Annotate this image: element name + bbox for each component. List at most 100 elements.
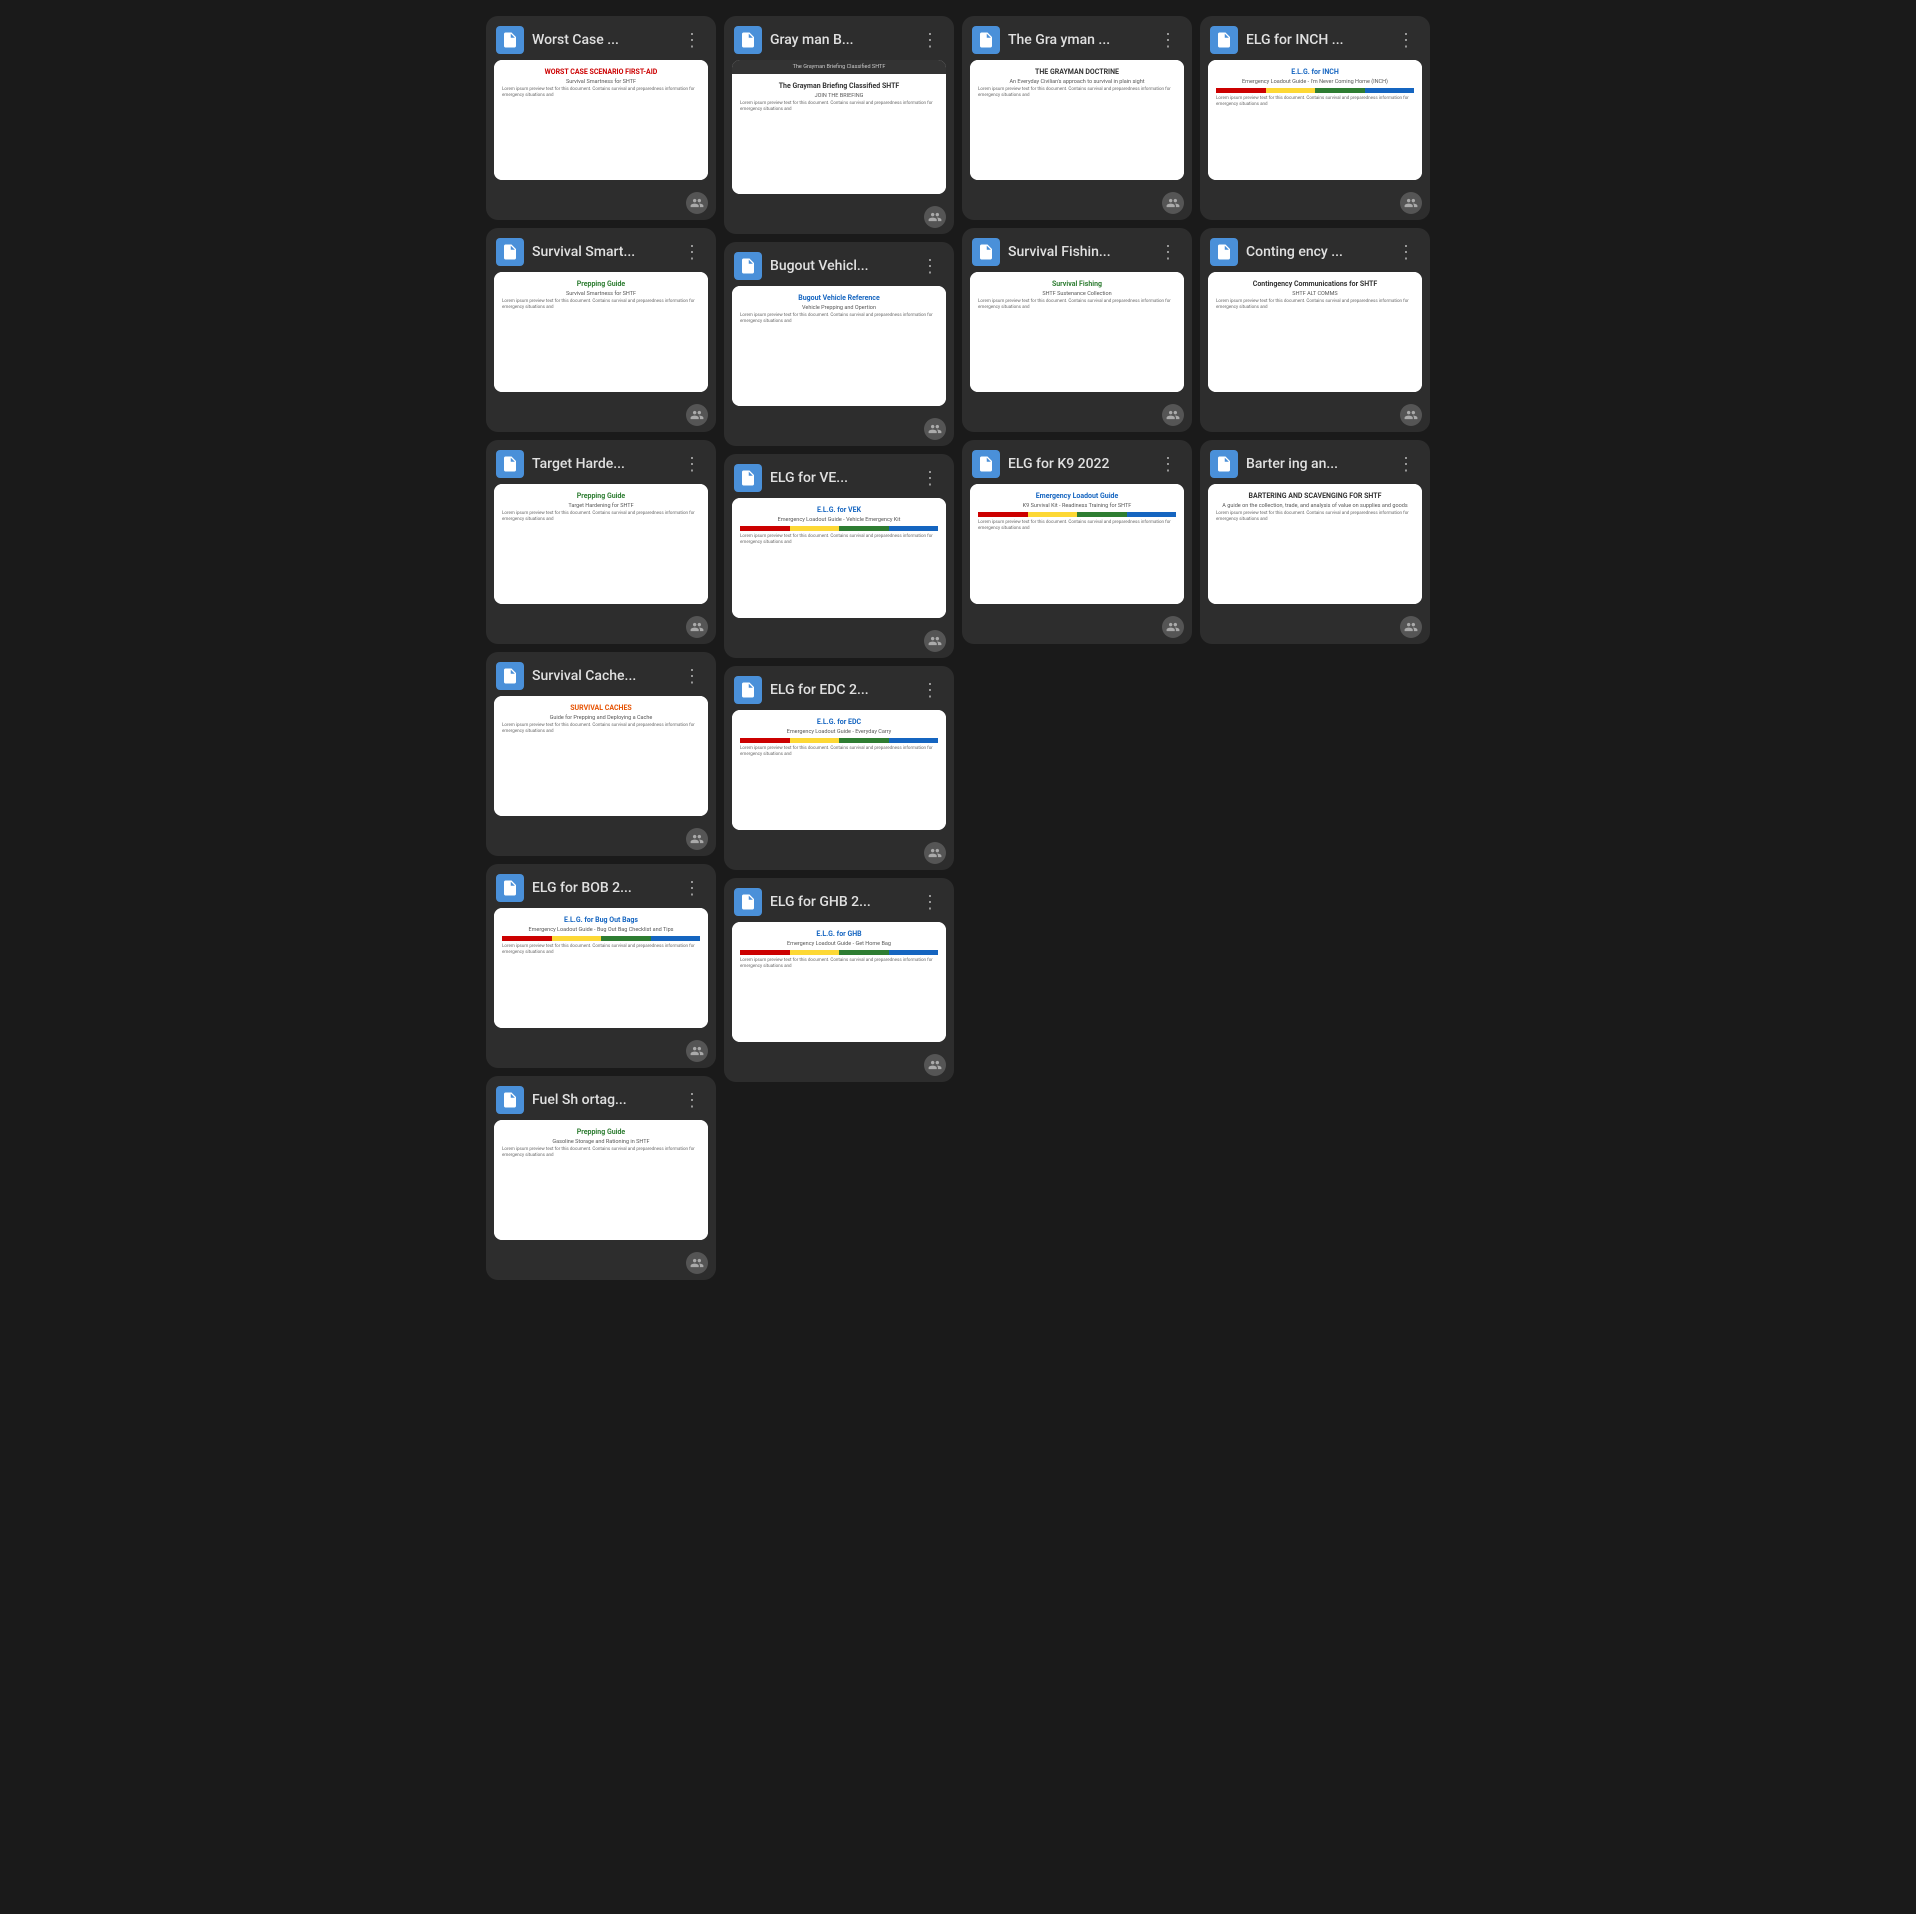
avatar-icon: [924, 418, 946, 440]
card-menu-button[interactable]: ⋮: [917, 890, 944, 915]
doc-icon: [1210, 26, 1238, 54]
card-footer: [962, 188, 1192, 220]
card-header: ELG for BOB 2... ⋮: [486, 864, 716, 908]
thumb-subtitle: Emergency Loadout Guide - I'm Never Comi…: [1216, 79, 1414, 85]
card-thumbnail: E.L.G. for INCH Emergency Loadout Guide …: [1208, 60, 1422, 180]
avatar-icon: [1400, 616, 1422, 638]
card-bugout-vehicl[interactable]: Bugout Vehicl... ⋮ Bugout Vehicle Refere…: [724, 242, 954, 446]
card-header: ELG for EDC 2... ⋮: [724, 666, 954, 710]
card-menu-button[interactable]: ⋮: [917, 28, 944, 53]
thumb-body: Lorem ipsum preview text for this docume…: [740, 534, 938, 546]
card-header: The Gra yman ... ⋮: [962, 16, 1192, 60]
card-elg-inch[interactable]: ELG for INCH ... ⋮ E.L.G. for INCH Emerg…: [1200, 16, 1430, 220]
avatar-icon: [686, 616, 708, 638]
card-menu-button[interactable]: ⋮: [679, 664, 706, 689]
avatar-icon: [924, 630, 946, 652]
card-fuel-shortag[interactable]: Fuel Sh ortag... ⋮ Prepping Guide Gasoli…: [486, 1076, 716, 1280]
card-menu-button[interactable]: ⋮: [679, 876, 706, 901]
doc-icon: [734, 26, 762, 54]
card-elg-edc2[interactable]: ELG for EDC 2... ⋮ E.L.G. for EDC Emerge…: [724, 666, 954, 870]
card-thumbnail: The Grayman Briefing Classified SHTF The…: [732, 60, 946, 194]
card-title: Bugout Vehicl...: [770, 257, 909, 275]
card-grayman-doc[interactable]: The Gra yman ... ⋮ THE GRAYMAN DOCTRINE …: [962, 16, 1192, 220]
card-menu-button[interactable]: ⋮: [1155, 28, 1182, 53]
card-header: ELG for K9 2022 ⋮: [962, 440, 1192, 484]
card-menu-button[interactable]: ⋮: [1155, 240, 1182, 265]
card-menu-button[interactable]: ⋮: [1393, 28, 1420, 53]
column-1: Worst Case ... ⋮ WORST CASE SCENARIO FIR…: [486, 16, 716, 1280]
card-worst-case[interactable]: Worst Case ... ⋮ WORST CASE SCENARIO FIR…: [486, 16, 716, 220]
card-thumbnail: Bugout Vehicle Reference Vehicle Preppin…: [732, 286, 946, 406]
doc-icon: [1210, 450, 1238, 478]
thumb-title-text: Prepping Guide: [502, 492, 700, 500]
avatar-icon: [1162, 616, 1184, 638]
thumb-subtitle: Guide for Prepping and Deploying a Cache: [502, 715, 700, 721]
card-menu-button[interactable]: ⋮: [679, 240, 706, 265]
card-menu-button[interactable]: ⋮: [679, 28, 706, 53]
avatar-icon: [686, 828, 708, 850]
card-title: Worst Case ...: [532, 31, 671, 49]
card-header: Survival Fishin... ⋮: [962, 228, 1192, 272]
avatar-icon: [924, 206, 946, 228]
card-elg-ghb2[interactable]: ELG for GHB 2... ⋮ E.L.G. for GHB Emerge…: [724, 878, 954, 1082]
card-survival-fishing[interactable]: Survival Fishin... ⋮ Survival Fishing SH…: [962, 228, 1192, 432]
card-target-harde[interactable]: Target Harde... ⋮ Prepping Guide Target …: [486, 440, 716, 644]
thumb-header: The Grayman Briefing Classified SHTF: [732, 60, 946, 74]
thumb-title-text: E.L.G. for Bug Out Bags: [502, 916, 700, 924]
card-survival-cache[interactable]: Survival Cache... ⋮ SURVIVAL CACHES Guid…: [486, 652, 716, 856]
card-footer: [724, 202, 954, 234]
thumb-title-text: THE GRAYMAN DOCTRINE: [978, 68, 1176, 76]
card-bartering[interactable]: Barter ing an... ⋮ BARTERING AND SCAVENG…: [1200, 440, 1430, 644]
thumb-body: Lorem ipsum preview text for this docume…: [502, 299, 700, 311]
card-thumbnail: THE GRAYMAN DOCTRINE An Everyday Civilia…: [970, 60, 1184, 180]
card-grayman-b[interactable]: Gray man B... ⋮ The Grayman Briefing Cla…: [724, 16, 954, 234]
card-header: Worst Case ... ⋮: [486, 16, 716, 60]
thumb-body: Lorem ipsum preview text for this docume…: [1216, 96, 1414, 108]
card-footer: [1200, 612, 1430, 644]
card-menu-button[interactable]: ⋮: [1393, 240, 1420, 265]
card-menu-button[interactable]: ⋮: [679, 1088, 706, 1113]
right-row-2: Survival Fishin... ⋮ Survival Fishing SH…: [962, 228, 1430, 432]
card-menu-button[interactable]: ⋮: [679, 452, 706, 477]
card-elg-k9[interactable]: ELG for K9 2022 ⋮ Emergency Loadout Guid…: [962, 440, 1192, 644]
card-thumbnail: Prepping Guide Target Hardening for SHTF…: [494, 484, 708, 604]
avatar-icon: [1162, 404, 1184, 426]
thumb-subtitle: Gasoline Storage and Rationing in SHTF: [502, 1139, 700, 1145]
thumb-body: Lorem ipsum preview text for this docume…: [1216, 511, 1414, 523]
thumb-body: Lorem ipsum preview text for this docume…: [978, 520, 1176, 532]
thumb-subtitle: Target Hardening for SHTF: [502, 503, 700, 509]
thumb-title-text: SURVIVAL CACHES: [502, 704, 700, 712]
card-thumbnail: SURVIVAL CACHES Guide for Prepping and D…: [494, 696, 708, 816]
card-footer: [486, 400, 716, 432]
doc-icon: [496, 874, 524, 902]
card-survival-smart[interactable]: Survival Smart... ⋮ Prepping Guide Survi…: [486, 228, 716, 432]
thumb-subtitle: Vehicle Prepping and Opertion: [740, 305, 938, 311]
thumbnail-content: SURVIVAL CACHES Guide for Prepping and D…: [494, 696, 708, 816]
card-thumbnail: Prepping Guide Survival Smartness for SH…: [494, 272, 708, 392]
thumbnail-content: The Grayman Briefing Classified SHTF JOI…: [732, 74, 946, 194]
thumbnail-content: E.L.G. for EDC Emergency Loadout Guide -…: [732, 710, 946, 830]
thumb-title-text: Prepping Guide: [502, 280, 700, 288]
card-elg-ve[interactable]: ELG for VE... ⋮ E.L.G. for VEK Emergency…: [724, 454, 954, 658]
doc-icon: [734, 676, 762, 704]
card-header: Conting ency ... ⋮: [1200, 228, 1430, 272]
card-menu-button[interactable]: ⋮: [917, 466, 944, 491]
thumb-body: Lorem ipsum preview text for this docume…: [740, 101, 938, 113]
doc-icon: [1210, 238, 1238, 266]
thumb-subtitle: SHTF Sustenance Collection: [978, 291, 1176, 297]
card-menu-button[interactable]: ⋮: [917, 254, 944, 279]
card-menu-button[interactable]: ⋮: [1155, 452, 1182, 477]
thumb-body: Lorem ipsum preview text for this docume…: [740, 958, 938, 970]
card-thumbnail: E.L.G. for VEK Emergency Loadout Guide -…: [732, 498, 946, 618]
right-row-1: The Gra yman ... ⋮ THE GRAYMAN DOCTRINE …: [962, 16, 1430, 220]
card-contingency[interactable]: Conting ency ... ⋮ Contingency Communica…: [1200, 228, 1430, 432]
card-menu-button[interactable]: ⋮: [917, 678, 944, 703]
thumbnail-content: E.L.G. for Bug Out Bags Emergency Loadou…: [494, 908, 708, 1028]
thumb-subtitle: Survival Smartness for SHTF: [502, 291, 700, 297]
thumb-title-text: Survival Fishing: [978, 280, 1176, 288]
card-elg-bob[interactable]: ELG for BOB 2... ⋮ E.L.G. for Bug Out Ba…: [486, 864, 716, 1068]
card-menu-button[interactable]: ⋮: [1393, 452, 1420, 477]
card-header: ELG for VE... ⋮: [724, 454, 954, 498]
thumb-subtitle: An Everyday Civilian's approach to survi…: [978, 79, 1176, 85]
thumb-title-text: Emergency Loadout Guide: [978, 492, 1176, 500]
